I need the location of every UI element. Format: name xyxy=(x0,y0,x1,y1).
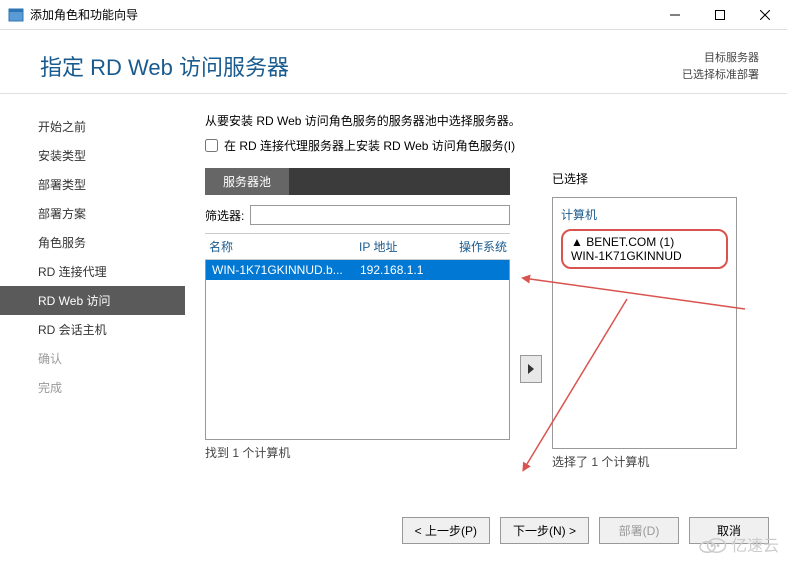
selected-box[interactable]: 计算机 ▲ BENET.COM (1) WIN-1K71GKINNUD xyxy=(552,197,737,449)
maximize-button[interactable] xyxy=(697,0,742,30)
minimize-button[interactable] xyxy=(652,0,697,30)
sidebar-item-rd-broker[interactable]: RD 连接代理 xyxy=(0,257,185,286)
header: 指定 RD Web 访问服务器 目标服务器 已选择标准部署 xyxy=(0,30,787,94)
selected-group: ▲ BENET.COM (1) WIN-1K71GKINNUD xyxy=(561,229,728,269)
tab-server-pool[interactable]: 服务器池 xyxy=(205,168,289,195)
list-header: 名称 IP 地址 操作系统 xyxy=(205,233,510,260)
sidebar-item-deploy-type[interactable]: 部署类型 xyxy=(0,170,185,199)
selected-header: 计算机 xyxy=(561,206,728,223)
selected-domain[interactable]: ▲ BENET.COM (1) xyxy=(571,235,718,249)
next-button[interactable]: 下一步(N) > xyxy=(500,517,589,544)
selected-count: 选择了 1 个计算机 xyxy=(552,453,737,470)
sidebar-item-rd-session-host[interactable]: RD 会话主机 xyxy=(0,315,185,344)
instruction-text: 从要安装 RD Web 访问角色服务的服务器池中选择服务器。 xyxy=(205,112,759,129)
column-os[interactable]: 操作系统 xyxy=(455,238,510,255)
sidebar: 开始之前 安装类型 部署类型 部署方案 角色服务 RD 连接代理 RD Web … xyxy=(0,94,185,506)
sidebar-item-confirm: 确认 xyxy=(0,344,185,373)
sidebar-item-before-begin[interactable]: 开始之前 xyxy=(0,112,185,141)
close-button[interactable] xyxy=(742,0,787,30)
content: 从要安装 RD Web 访问角色服务的服务器池中选择服务器。 在 RD 连接代理… xyxy=(185,94,787,506)
selected-label: 已选择 xyxy=(552,168,737,187)
filter-row: 筛选器: xyxy=(205,205,510,225)
install-on-broker-checkbox[interactable] xyxy=(205,139,218,152)
install-on-broker-label: 在 RD 连接代理服务器上安装 RD Web 访问角色服务(I) xyxy=(224,137,515,154)
button-bar: < 上一步(P) 下一步(N) > 部署(D) 取消 xyxy=(402,517,769,544)
sidebar-item-role-services[interactable]: 角色服务 xyxy=(0,228,185,257)
filter-input[interactable] xyxy=(250,205,510,225)
tab-strip: 服务器池 xyxy=(205,168,510,195)
sidebar-item-rd-web[interactable]: RD Web 访问 xyxy=(0,286,185,315)
destination-value: 已选择标准部署 xyxy=(682,67,759,84)
sidebar-item-deploy-scenario[interactable]: 部署方案 xyxy=(0,199,185,228)
pool-area: 服务器池 筛选器: 名称 IP 地址 操作系统 WIN-1K71GKINNUD.… xyxy=(205,168,759,470)
server-row-name: WIN-1K71GKINNUD.b... xyxy=(206,263,356,277)
column-ip[interactable]: IP 地址 xyxy=(355,238,455,255)
destination-label: 目标服务器 xyxy=(682,50,759,67)
found-count: 找到 1 个计算机 xyxy=(205,444,510,461)
previous-button[interactable]: < 上一步(P) xyxy=(402,517,490,544)
server-row-ip: 192.168.1.1 xyxy=(356,263,456,277)
filter-label: 筛选器: xyxy=(205,207,244,224)
titlebar: 添加角色和功能向导 xyxy=(0,0,787,30)
selected-machine[interactable]: WIN-1K71GKINNUD xyxy=(571,249,718,263)
server-list[interactable]: WIN-1K71GKINNUD.b... 192.168.1.1 xyxy=(205,260,510,440)
server-row-os xyxy=(456,263,509,277)
deploy-button: 部署(D) xyxy=(599,517,679,544)
sidebar-item-complete: 完成 xyxy=(0,373,185,402)
wizard-icon xyxy=(8,7,24,23)
server-pool-panel: 服务器池 筛选器: 名称 IP 地址 操作系统 WIN-1K71GKINNUD.… xyxy=(205,168,510,470)
window-title: 添加角色和功能向导 xyxy=(30,6,652,23)
cancel-button[interactable]: 取消 xyxy=(689,517,769,544)
page-title: 指定 RD Web 访问服务器 xyxy=(40,50,289,82)
add-button[interactable] xyxy=(520,355,542,383)
sidebar-item-install-type[interactable]: 安装类型 xyxy=(0,141,185,170)
destination-info: 目标服务器 已选择标准部署 xyxy=(682,50,759,83)
server-row[interactable]: WIN-1K71GKINNUD.b... 192.168.1.1 xyxy=(206,260,509,280)
chevron-right-icon xyxy=(526,364,536,374)
column-name[interactable]: 名称 xyxy=(205,238,355,255)
body: 开始之前 安装类型 部署类型 部署方案 角色服务 RD 连接代理 RD Web … xyxy=(0,94,787,506)
install-on-broker-row[interactable]: 在 RD 连接代理服务器上安装 RD Web 访问角色服务(I) xyxy=(205,137,759,154)
window-controls xyxy=(652,0,787,30)
selected-panel: 已选择 计算机 ▲ BENET.COM (1) WIN-1K71GKINNUD … xyxy=(552,168,737,470)
